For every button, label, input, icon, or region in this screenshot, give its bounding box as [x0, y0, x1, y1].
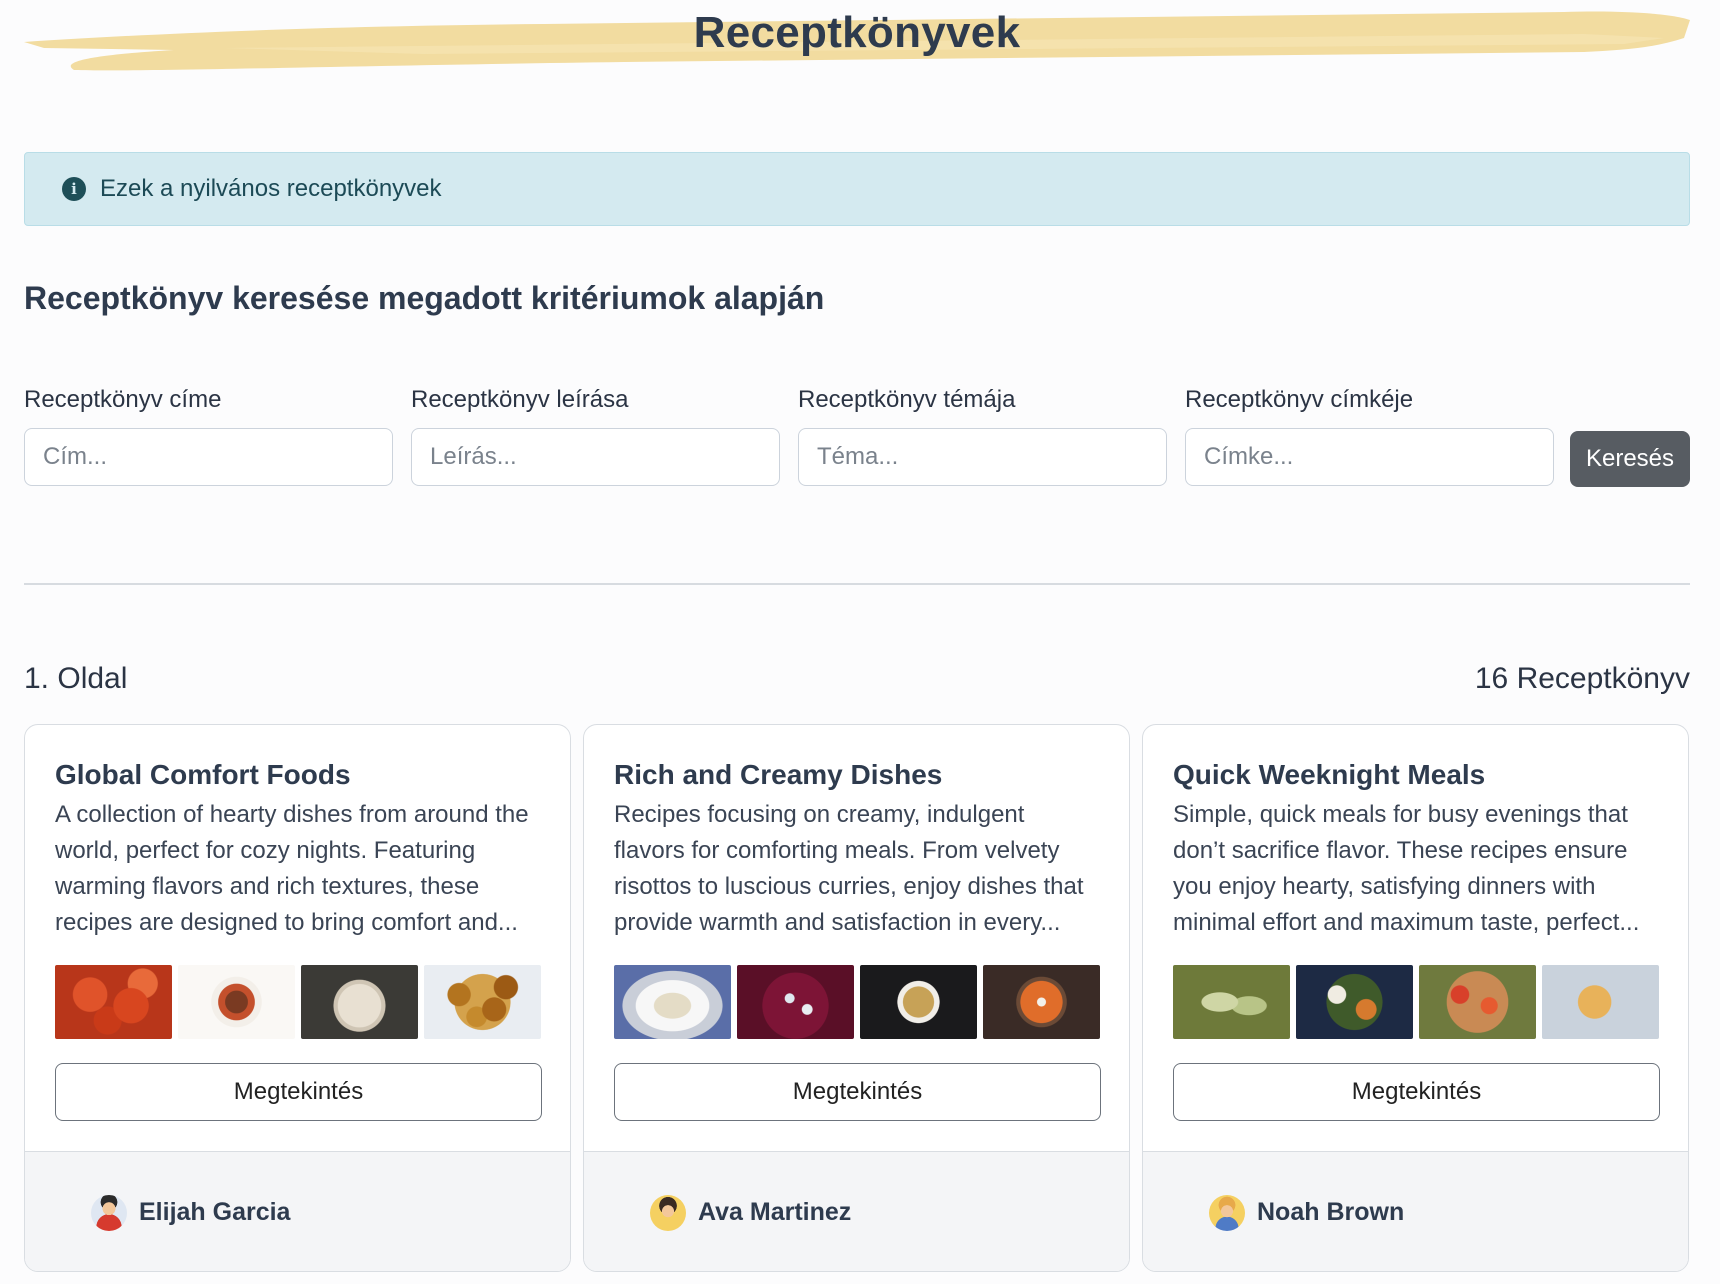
description-search-input[interactable]: [411, 428, 780, 486]
tag-field-label: Receptkönyv címkéje: [1185, 386, 1414, 413]
page-title: Receptkönyvek: [693, 8, 1021, 57]
avatar: [650, 1194, 686, 1231]
recipe-thumbnails: [1173, 965, 1660, 1039]
search-heading: Receptkönyv keresése megadott kritériumo…: [24, 280, 825, 316]
recipe-thumbnail: [424, 965, 541, 1039]
view-button[interactable]: Megtekintés: [614, 1063, 1101, 1121]
recipe-thumbnails: [55, 965, 542, 1039]
recipe-thumbnail: [1542, 965, 1659, 1039]
card-description: Simple, quick meals for busy evenings th…: [1173, 801, 1640, 936]
info-icon: i: [62, 177, 86, 201]
search-button[interactable]: Keresés: [1570, 431, 1690, 487]
card-title: Rich and Creamy Dishes: [614, 759, 943, 790]
recipe-thumbnail: [614, 965, 731, 1039]
card-body: Rich and Creamy Dishes Recipes focusing …: [614, 759, 1101, 941]
page: Receptkönyvek i Ezek a nyilvános receptk…: [24, 0, 1690, 1284]
card-title: Quick Weeknight Meals: [1173, 759, 1486, 790]
recipe-thumbnail: [1419, 965, 1536, 1039]
page-indicator: 1. Oldal: [24, 662, 128, 695]
avatar: [91, 1194, 127, 1231]
recipe-thumbnails: [614, 965, 1101, 1039]
tag-search-input[interactable]: [1185, 428, 1554, 486]
recipe-thumbnail: [1173, 965, 1290, 1039]
tag-field-group: Receptkönyv címkéje: [1185, 386, 1554, 486]
recipe-book-card: Quick Weeknight Meals Simple, quick meal…: [1142, 724, 1689, 1272]
info-alert: i Ezek a nyilvános receptkönyvek: [24, 152, 1690, 226]
avatar: [1209, 1194, 1245, 1231]
card-description: A collection of hearty dishes from aroun…: [55, 801, 529, 936]
recipe-thumbnail: [301, 965, 418, 1039]
result-count: 16 Receptkönyv: [1474, 662, 1690, 695]
theme-search-input[interactable]: [798, 428, 1167, 486]
card-footer: Ava Martinez: [584, 1151, 1129, 1271]
alert-text: Ezek a nyilvános receptkönyvek: [100, 175, 442, 202]
card-title: Global Comfort Foods: [55, 759, 351, 790]
card-footer: Elijah Garcia: [25, 1151, 570, 1271]
recipe-book-card: Rich and Creamy Dishes Recipes focusing …: [583, 724, 1130, 1272]
description-field-label: Receptkönyv leírása: [411, 386, 629, 413]
recipe-book-card: Global Comfort Foods A collection of hea…: [24, 724, 571, 1272]
card-body: Global Comfort Foods A collection of hea…: [55, 759, 542, 941]
title-search-input[interactable]: [24, 428, 393, 486]
card-footer: Noah Brown: [1143, 1151, 1688, 1271]
title-field-group: Receptkönyv címe: [24, 386, 393, 486]
author-name: Elijah Garcia: [139, 1198, 291, 1226]
view-button[interactable]: Megtekintés: [1173, 1063, 1660, 1121]
title-field-label: Receptkönyv címe: [24, 386, 222, 413]
divider: [24, 583, 1690, 585]
card-body: Quick Weeknight Meals Simple, quick meal…: [1173, 759, 1660, 941]
view-button[interactable]: Megtekintés: [55, 1063, 542, 1121]
title-banner: Receptkönyvek: [24, 0, 1690, 80]
recipe-thumbnail: [55, 965, 172, 1039]
recipe-thumbnail: [860, 965, 977, 1039]
description-field-group: Receptkönyv leírása: [411, 386, 780, 486]
theme-field-group: Receptkönyv témája: [798, 386, 1167, 486]
author-name: Ava Martinez: [698, 1198, 852, 1226]
card-description: Recipes focusing on creamy, indulgent fl…: [614, 801, 1084, 936]
recipe-thumbnail: [1296, 965, 1413, 1039]
recipe-thumbnail: [983, 965, 1100, 1039]
recipe-thumbnail: [737, 965, 854, 1039]
recipe-thumbnail: [178, 965, 295, 1039]
theme-field-label: Receptkönyv témája: [798, 386, 1016, 413]
author-name: Noah Brown: [1257, 1198, 1405, 1226]
